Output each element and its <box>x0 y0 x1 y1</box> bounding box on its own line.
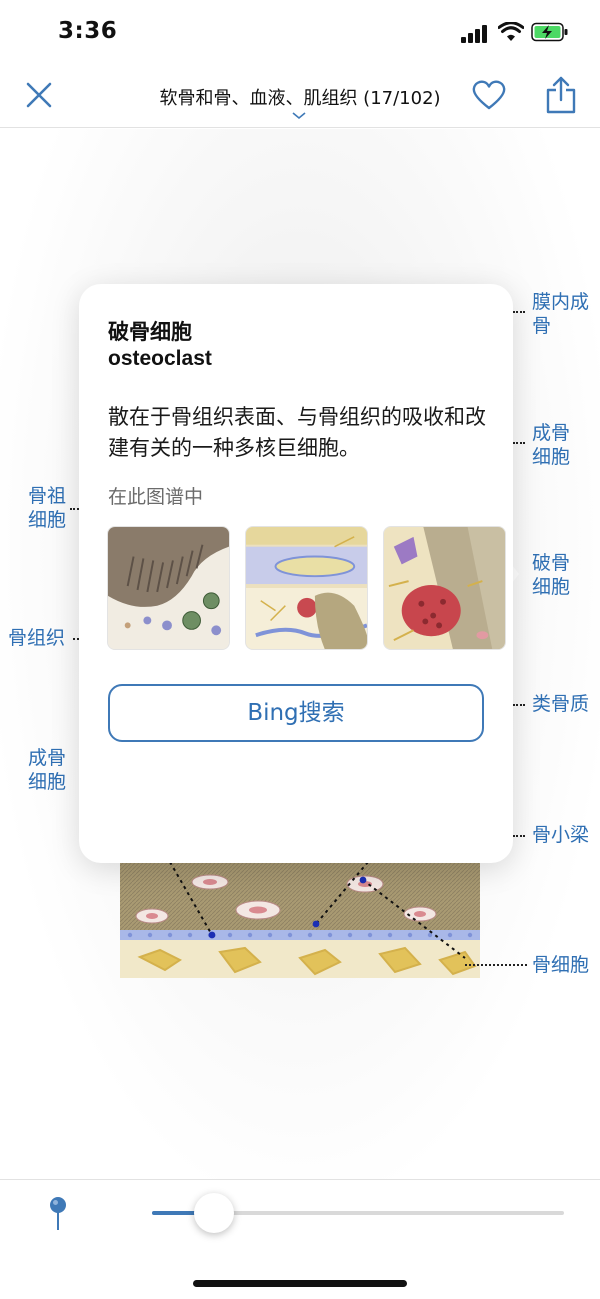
leader-line <box>513 442 525 444</box>
battery-charging-icon <box>531 22 568 42</box>
label-osteoblast-right[interactable]: 成骨 细胞 <box>532 421 570 469</box>
label-line: 细胞 <box>532 446 571 468</box>
home-indicator <box>193 1280 407 1287</box>
thumbnail-2[interactable] <box>245 526 368 650</box>
label-osteoid[interactable]: 类骨质 <box>532 692 589 716</box>
leader-line <box>70 508 79 510</box>
label-trabecula[interactable]: 骨小梁 <box>532 823 589 847</box>
label-intramembranous-ossification[interactable]: 膜内成 骨 <box>532 290 589 338</box>
term-description: 散在于骨组织表面、与骨组织的吸收和改建有关的一种多核巨细胞。 <box>108 405 486 460</box>
close-icon[interactable] <box>24 80 54 110</box>
chevron-down-icon[interactable] <box>292 112 306 120</box>
pin-icon[interactable] <box>46 1196 70 1232</box>
section-label: 在此图谱中 <box>108 486 204 508</box>
share-icon[interactable] <box>545 76 577 114</box>
slider-thumb[interactable] <box>193 1193 234 1233</box>
label-line: 细胞 <box>28 509 67 531</box>
label-line: 细胞 <box>532 576 571 598</box>
label-line: 破骨 <box>532 552 571 574</box>
label-line: 成骨 <box>532 422 571 444</box>
label-osteocyte[interactable]: 骨细胞 <box>532 953 589 977</box>
bing-search-button[interactable]: Bing搜索 <box>108 684 484 742</box>
status-bar: 3:36 <box>0 0 600 64</box>
label-line: 细胞 <box>28 771 67 793</box>
bottom-toolbar <box>0 1179 600 1299</box>
label-line: 骨祖 <box>28 485 67 507</box>
leader-line <box>513 835 525 837</box>
nav-bar: 软骨和骨、血液、肌组织 (17/102) <box>0 64 600 128</box>
status-time: 3:36 <box>58 18 118 44</box>
atlas-thumbnails <box>107 526 507 650</box>
label-osteoprogenitor[interactable]: 骨祖 细胞 <box>28 484 66 532</box>
leader-line <box>513 311 525 313</box>
leader-line <box>513 704 525 706</box>
term-title-chinese: 破骨细胞 <box>108 320 192 344</box>
term-title-english: osteoclast <box>108 347 212 370</box>
leader-line <box>465 964 527 966</box>
label-line: 成骨 <box>28 747 67 769</box>
thumbnail-1[interactable] <box>107 526 230 650</box>
label-osteoclast[interactable]: 破骨 细胞 <box>532 551 570 599</box>
label-osteoblast-left[interactable]: 成骨 细胞 <box>28 746 66 794</box>
cellular-signal-icon <box>461 25 491 43</box>
nav-title[interactable]: 软骨和骨、血液、肌组织 (17/102) <box>140 84 460 110</box>
heart-icon[interactable] <box>472 80 506 110</box>
term-popover: 破骨细胞 osteoclast 散在于骨组织表面、与骨组织的吸收和改建有关的一种… <box>79 284 513 863</box>
thumbnail-3[interactable] <box>383 526 506 650</box>
label-bone-tissue[interactable]: 骨组织 <box>8 626 65 650</box>
wifi-icon <box>498 22 524 41</box>
label-line: 骨 <box>532 315 552 337</box>
label-line: 膜内成 <box>532 291 590 313</box>
histology-illustration[interactable] <box>120 862 480 978</box>
